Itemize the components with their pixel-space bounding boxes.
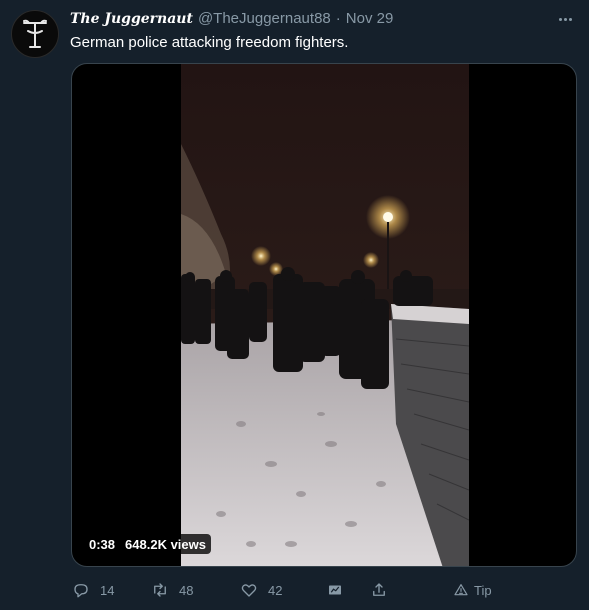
tip-icon — [454, 584, 468, 596]
share-icon — [373, 583, 385, 596]
tip-label: Tip — [474, 582, 492, 598]
tweet-actions: 14 48 42 Tip — [70, 578, 510, 602]
separator-dot: · — [335, 10, 341, 27]
video-player[interactable]: 0:38 648.2K views — [71, 63, 577, 567]
video-stats-badge: 0:38 648.2K views — [84, 534, 211, 554]
author-name[interactable]: The Juggernaut — [70, 9, 193, 29]
reply-icon — [74, 584, 88, 598]
video-frame[interactable] — [181, 64, 469, 566]
reply-button[interactable]: 14 — [72, 578, 114, 602]
juggernaut-logo-icon — [23, 19, 47, 48]
tweet-header: The Juggernaut @TheJuggernaut88 · Nov 29 — [70, 9, 393, 29]
video-views: 648.2K views — [125, 536, 206, 552]
tip-button[interactable]: Tip — [453, 578, 492, 602]
video-duration: 0:38 — [89, 536, 116, 552]
author-handle[interactable]: @TheJuggernaut88 — [198, 9, 331, 29]
avatar[interactable] — [11, 10, 59, 58]
share-button[interactable] — [370, 578, 388, 602]
tweet-date[interactable]: Nov 29 — [346, 9, 394, 29]
tweet-text: German police attacking freedom fighters… — [70, 34, 349, 51]
reply-count: 14 — [100, 582, 115, 598]
video-still-image — [181, 64, 469, 566]
more-horizontal-icon[interactable] — [555, 9, 575, 29]
tweet-card[interactable]: The Juggernaut @TheJuggernaut88 · Nov 29… — [0, 0, 589, 610]
like-button[interactable]: 42 — [240, 578, 282, 602]
like-icon — [241, 584, 257, 597]
like-count: 42 — [268, 582, 283, 598]
analytics-button[interactable] — [326, 578, 344, 602]
analytics-icon — [329, 585, 341, 595]
retweet-button[interactable]: 48 — [151, 578, 193, 602]
retweet-count: 48 — [179, 582, 194, 598]
retweet-icon — [154, 583, 166, 597]
